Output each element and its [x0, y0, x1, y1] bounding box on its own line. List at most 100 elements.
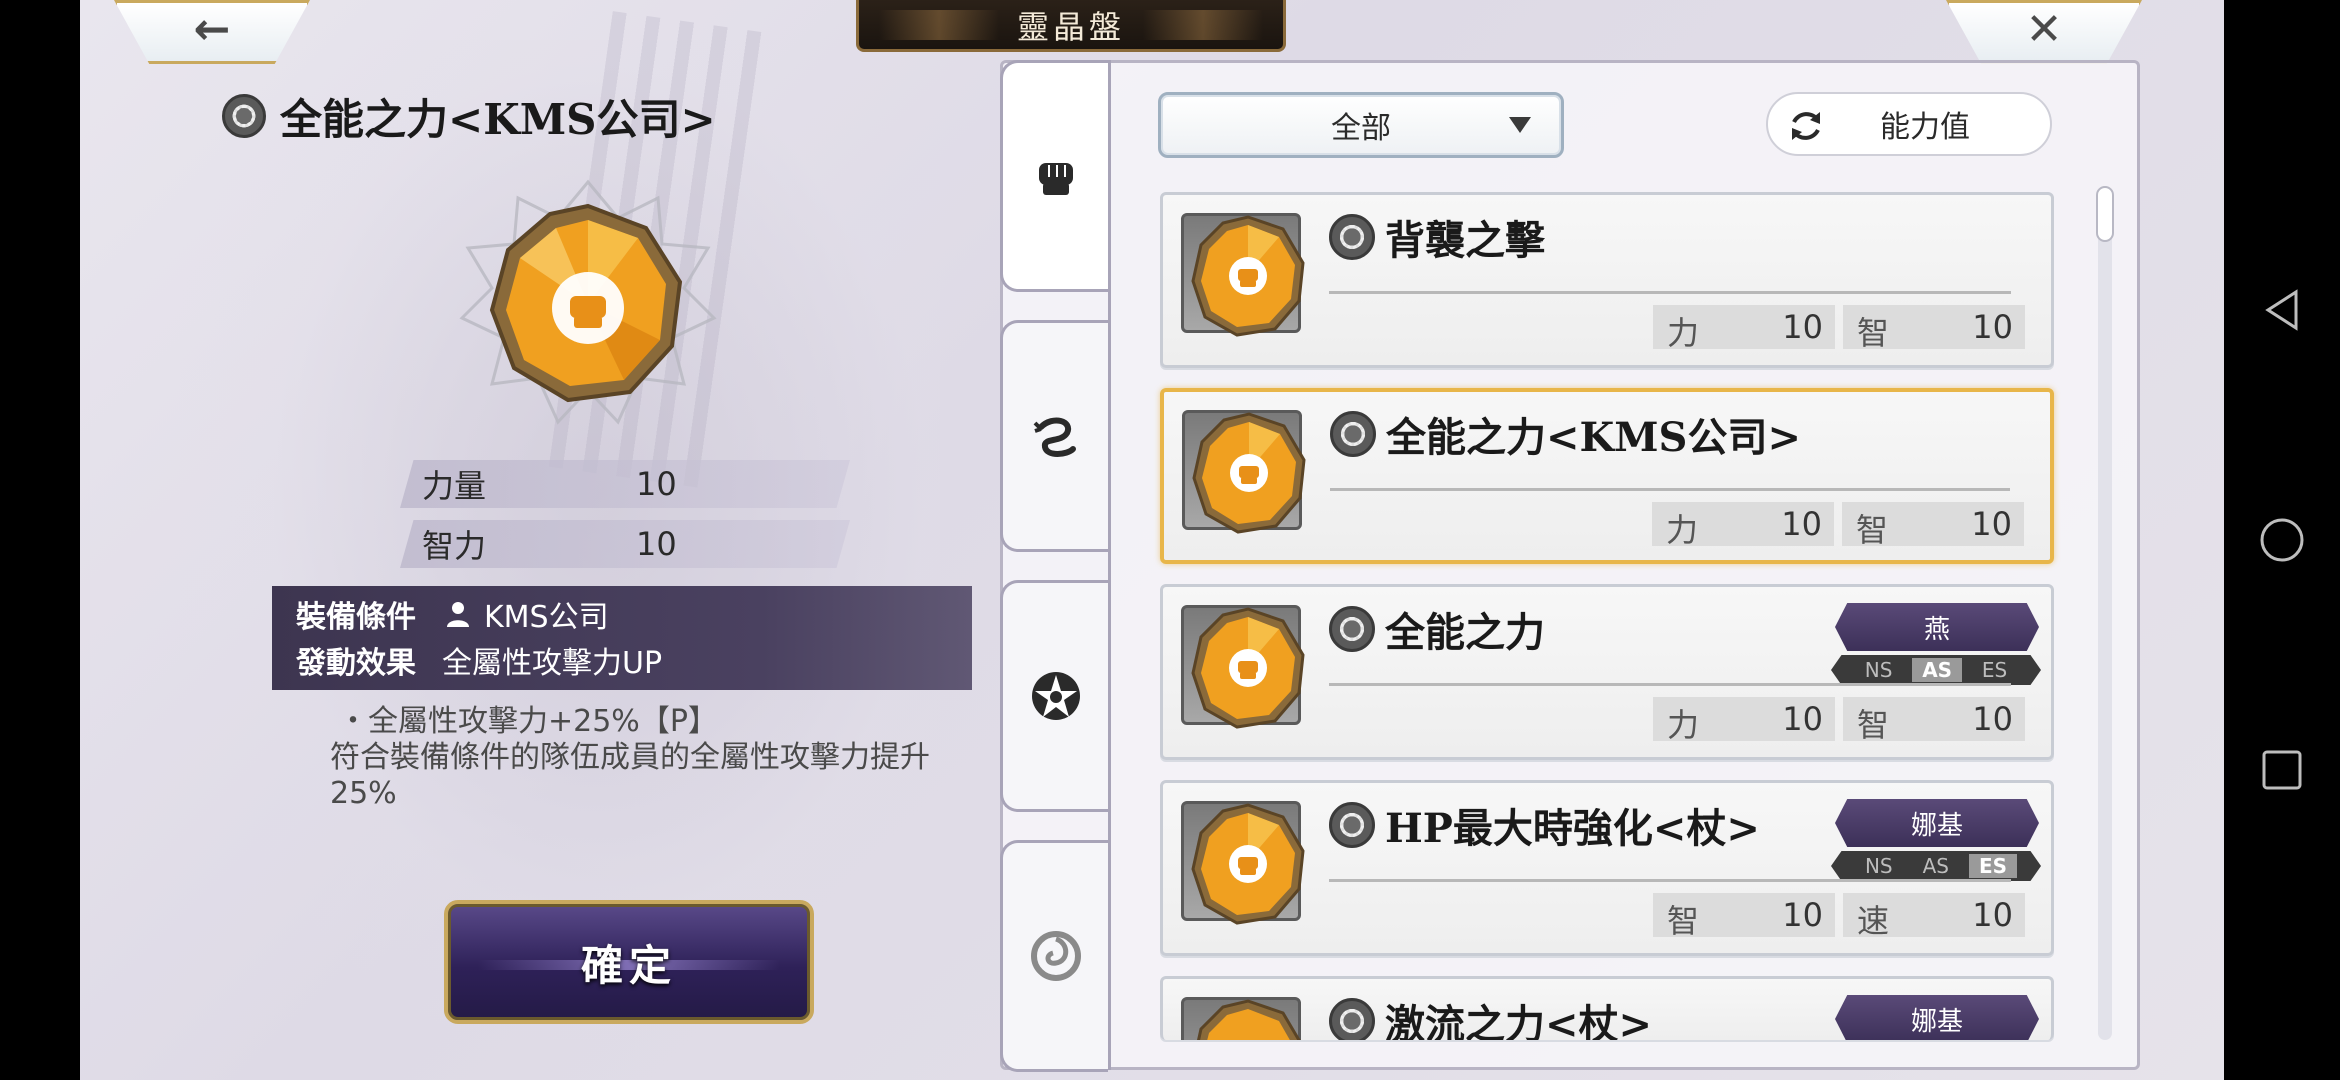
person-icon: [447, 602, 469, 627]
crystal-card[interactable]: 背襲之擊 力 10 智 10: [1160, 192, 2054, 368]
filter-dropdown[interactable]: 全部: [1158, 92, 1564, 158]
stat-key: 智: [1857, 314, 1890, 352]
card-title: HP最大時強化<杖>: [1329, 797, 1760, 853]
card-stat: 智 10: [1842, 502, 2024, 549]
detail-title: 全能之力<KMS公司>: [222, 88, 716, 144]
crystal-card[interactable]: 全能之力 燕 NS AS ES 力 10 智 10: [1160, 584, 2054, 760]
stat-row-strength: 力量 10: [400, 460, 850, 508]
fist-icon: [1038, 163, 1073, 195]
tab-emblem[interactable]: [1000, 580, 1108, 812]
android-navigation-bar: [2224, 0, 2340, 1080]
card-name: 全能之力: [1385, 609, 1545, 656]
mode-as: AS: [1922, 854, 1949, 878]
card-stat: 智 10: [1843, 697, 2025, 744]
star-emblem-icon: [1031, 672, 1080, 720]
tab-dragon[interactable]: [1000, 320, 1108, 552]
crystal-icon: [1197, 999, 1301, 1040]
close-icon: ✕: [2025, 3, 2063, 55]
card-divider: [1329, 879, 2011, 882]
triangle-back-icon: [2265, 289, 2298, 331]
crystal-card-selected[interactable]: 全能之力<KMS公司> 力 10 智 10: [1160, 388, 2054, 564]
stat-toggle-button[interactable]: 能力值: [1766, 92, 2052, 156]
crystal-icon: [1191, 215, 1305, 337]
list-scrollbar[interactable]: [2098, 186, 2112, 1040]
mode-tag: NS AS ES: [1831, 655, 2041, 685]
effect-value: 全屬性攻擊力UP: [442, 646, 663, 681]
stat-value: 10: [1972, 896, 2013, 934]
card-stat: 速 10: [1843, 893, 2025, 940]
mode-ns: NS: [1864, 854, 1893, 878]
card-stats: 智 10 速 10: [1653, 893, 2025, 940]
nav-recent-button[interactable]: [2258, 746, 2306, 794]
nav-back-button[interactable]: [2258, 286, 2306, 334]
circle-home-icon: [2260, 518, 2304, 562]
crystal-card[interactable]: HP最大時強化<杖> 娜基 NS AS ES 智 10 速 10: [1160, 780, 2054, 956]
refresh-icon: [1792, 112, 1820, 140]
card-stats: 力 10 智 10: [1653, 697, 2025, 744]
stat-value: 10: [1781, 505, 1822, 543]
confirm-label: 確定: [580, 940, 677, 990]
confirm-button[interactable]: 確定: [444, 900, 814, 1024]
tab-fist[interactable]: [1000, 60, 1108, 292]
stat-key: 力: [1667, 706, 1700, 744]
filter-selected: 全部: [1331, 111, 1391, 146]
mode-es: ES: [1981, 658, 2008, 682]
stat-key: 速: [1857, 902, 1890, 940]
character-tag: 燕: [1835, 603, 2039, 651]
card-title: 全能之力<KMS公司>: [1330, 406, 1801, 462]
card-name: HP最大時強化<杖>: [1385, 805, 1760, 852]
nav-home-button[interactable]: [2258, 516, 2306, 564]
back-arrow-icon: ←: [193, 3, 231, 55]
crystal-icon: [1192, 412, 1306, 534]
card-stat: 智 10: [1843, 305, 2025, 352]
gear-gem-icon: [1329, 998, 1375, 1040]
page-title: 靈晶盤: [1016, 7, 1125, 46]
character-tag: 娜基: [1835, 799, 2039, 847]
stat-value: 10: [636, 465, 677, 503]
card-stat: 力 10: [1653, 697, 1835, 744]
equip-condition-label: 裝備條件: [296, 600, 416, 635]
stat-key: 智: [1856, 511, 1889, 549]
stat-toggle-label: 能力值: [1880, 110, 1970, 145]
dragon-icon: [1033, 417, 1076, 457]
mode-ns: NS: [1864, 658, 1893, 682]
left-black-bar: [0, 0, 80, 1080]
card-name: 激流之力<杖>: [1385, 1001, 1653, 1040]
gear-gem-icon: [222, 94, 266, 138]
equip-condition-row: 裝備條件 KMS公司: [296, 592, 609, 636]
stat-value: 10: [1782, 308, 1823, 346]
crystal-card[interactable]: 激流之力<杖> 娜基: [1160, 976, 2054, 1040]
card-stats: 力 10 智 10: [1652, 502, 2024, 549]
mode-tag: NS AS ES: [1831, 851, 2041, 881]
character-tag: 娜基: [1835, 995, 2039, 1040]
description-line: ・全屬性攻擊力+25%【P】: [338, 704, 718, 739]
card-title: 激流之力<杖>: [1329, 993, 1652, 1040]
stat-value: 10: [1972, 700, 2013, 738]
stat-key: 力: [1666, 511, 1699, 549]
card-stat: 力 10: [1653, 305, 1835, 352]
stat-value: 10: [1782, 896, 1823, 934]
stat-label: 力量: [422, 467, 487, 505]
description: ・全屬性攻擊力+25%【P】 符合裝備條件的隊伍成員的全屬性攻擊力提升25%: [330, 704, 950, 812]
card-title: 全能之力: [1329, 601, 1545, 657]
stat-key: 智: [1667, 902, 1700, 940]
chevron-down-icon: [1509, 117, 1531, 133]
effect-label: 發動效果: [296, 646, 416, 681]
stat-value: 10: [1971, 505, 2012, 543]
card-stat: 力 10: [1652, 502, 1834, 549]
gear-gem-icon: [1329, 214, 1375, 260]
stat-row-intelligence: 智力 10: [400, 520, 850, 568]
gear-gem-icon: [1330, 411, 1376, 457]
card-stat: 智 10: [1653, 893, 1835, 940]
swirl-icon: [1030, 931, 1081, 981]
tab-swirl[interactable]: [1000, 840, 1108, 1072]
stat-key: 智: [1857, 706, 1890, 744]
crystal-icon: [1191, 607, 1305, 729]
stat-value: 10: [636, 525, 677, 563]
equip-condition-value: KMS公司: [484, 600, 609, 635]
square-recents-icon: [2262, 750, 2302, 790]
scroll-thumb[interactable]: [2096, 186, 2114, 242]
stat-value: 10: [1782, 700, 1823, 738]
card-divider: [1330, 488, 2010, 491]
card-name: 背襲之擊: [1385, 217, 1545, 264]
